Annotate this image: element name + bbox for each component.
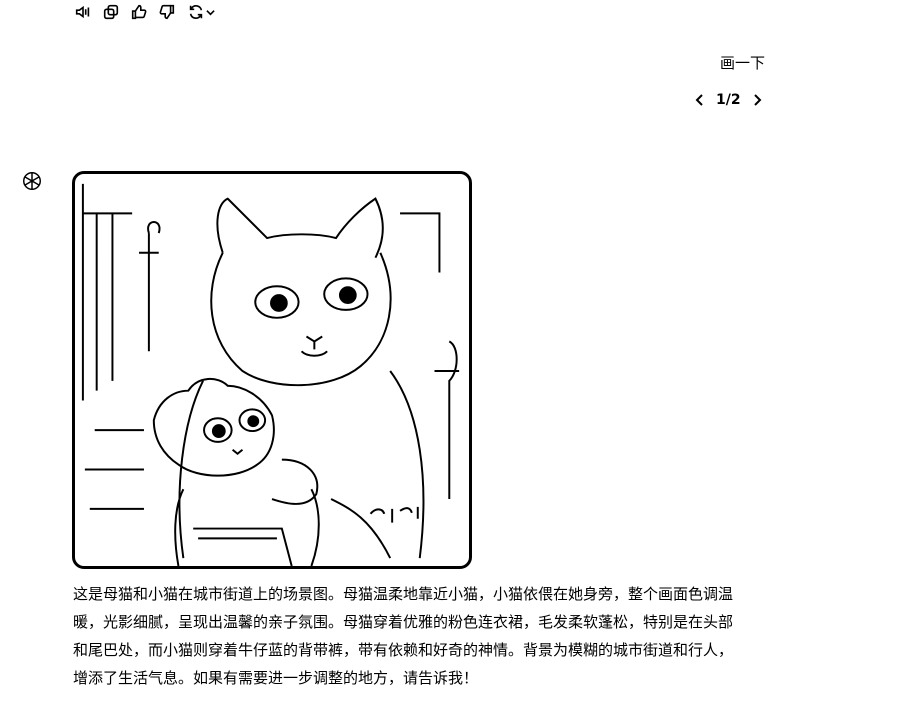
assistant-answer: 这是母猫和小猫在城市街道上的场景图。母猫温柔地靠近小猫，小猫依偎在她身旁，整个画… (73, 580, 793, 692)
thumbs-up-button[interactable] (128, 1, 150, 23)
thumbs-down-button[interactable] (156, 1, 178, 23)
chevron-down-icon (206, 9, 215, 15)
regenerate-icon (189, 5, 203, 19)
speaker-icon (75, 5, 90, 19)
user-message: 画一下 (719, 54, 765, 72)
pager-label: 1/2 (716, 92, 741, 108)
thumbs-down-icon (159, 4, 175, 20)
answer-line: 暖，光影细腻，呈现出温馨的亲子氛围。母猫穿着优雅的粉色连衣裙，毛发柔软蓬松，特别… (73, 613, 734, 631)
answer-line: 这是母猫和小猫在城市街道上的场景图。母猫温柔地靠近小猫，小猫依偎在她身旁，整个画… (73, 585, 734, 603)
generated-image[interactable] (72, 171, 472, 569)
response-pager: 1/2 (694, 92, 763, 108)
answer-line: 和尾巴处，而小猫则穿着牛仔蓝的背带裤，带有依赖和好奇的神情。背景为模糊的城市街道… (73, 641, 734, 659)
copy-icon (103, 4, 119, 20)
read-aloud-button[interactable] (72, 1, 94, 23)
previous-response-button[interactable] (694, 94, 706, 106)
assistant-avatar (21, 170, 43, 192)
thumbs-up-icon (131, 4, 147, 20)
copy-button[interactable] (100, 1, 122, 23)
chat-page: 画一下 1/2 这是母猫和小猫在城市街道上的场景图。母猫温柔地靠近小猫，小猫依偎… (0, 0, 913, 707)
message-actions-toolbar (72, 1, 218, 23)
chevron-left-icon (695, 94, 703, 106)
chevron-right-icon (753, 94, 762, 106)
openai-logo-icon (23, 172, 41, 190)
answer-line: 增添了生活气息。如果有需要进一步调整的地方，请告诉我！ (73, 669, 479, 687)
regenerate-button[interactable] (184, 1, 218, 23)
next-response-button[interactable] (751, 94, 763, 106)
